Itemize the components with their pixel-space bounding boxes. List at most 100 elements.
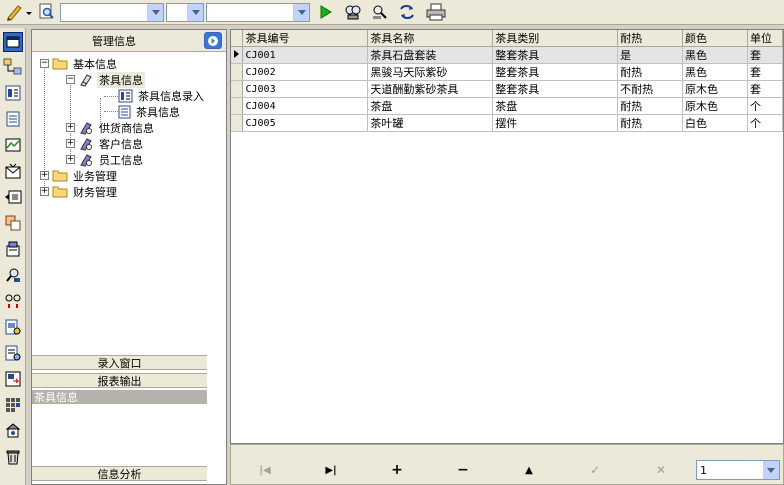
table-cell[interactable]: 整套茶具 [492, 63, 619, 81]
table-cell[interactable]: 原木色 [682, 80, 748, 98]
table-cell[interactable]: 茶盘 [367, 97, 494, 115]
chevron-down-icon[interactable] [763, 461, 779, 479]
chevron-down-icon[interactable] [187, 3, 203, 21]
page-select[interactable]: 1 [696, 460, 780, 480]
tree-node-tea-info-view[interactable]: 茶具信息 [118, 104, 182, 119]
table-row[interactable]: CJ002 黑骏马天际紫砂 整套茶具 耐热 黑色 套 [231, 63, 783, 81]
expand-toggle[interactable]: + [40, 187, 49, 196]
table-cell[interactable]: 黑色 [682, 63, 748, 81]
settings-icon[interactable] [3, 239, 23, 259]
table-cell[interactable]: 黑骏马天际紫砂 [367, 63, 494, 81]
expand-toggle[interactable]: + [40, 171, 49, 180]
table-cell[interactable]: 套 [747, 80, 783, 98]
table-cell[interactable]: 整套茶具 [492, 46, 619, 64]
collapse-button[interactable] [204, 32, 222, 49]
filter-combo-1[interactable] [60, 2, 164, 22]
search-icon[interactable] [37, 2, 57, 22]
table-cell[interactable]: 套 [747, 46, 783, 64]
find-next-icon[interactable] [370, 2, 390, 22]
network-icon[interactable] [3, 57, 23, 77]
expand-toggle[interactable]: + [66, 155, 75, 164]
window-icon[interactable] [3, 32, 23, 52]
filter-combo-3[interactable] [206, 2, 310, 22]
trash-icon[interactable] [3, 447, 23, 467]
table-cell[interactable]: CJ001 [242, 46, 369, 64]
table-cell[interactable]: CJ005 [242, 114, 369, 132]
tree-node-employee[interactable]: + 员工信息 [66, 152, 145, 167]
table-cell[interactable]: 摆件 [492, 114, 619, 132]
table-cell[interactable]: 耐热 [617, 63, 684, 81]
section-report-output[interactable]: 报表输出 [32, 373, 207, 388]
table-row[interactable]: CJ003 天道酬勤紫砂茶具 整套茶具 不耐热 原木色 套 [231, 80, 783, 98]
column-header[interactable]: 茶具类别 [492, 30, 619, 47]
table-row[interactable]: CJ001 茶具石盘套装 整套茶具 是 黑色 套 [231, 46, 783, 64]
pencil-icon[interactable] [4, 2, 34, 22]
module-icon[interactable] [3, 187, 23, 207]
table-row[interactable]: CJ005 茶叶罐 摆件 耐热 白色 个 [231, 114, 783, 132]
tree-node-tea-entry[interactable]: 茶具信息录入 [118, 88, 206, 103]
column-header[interactable]: 茶具名称 [367, 30, 494, 47]
edit-record-button[interactable]: ▲ [519, 462, 539, 478]
export-icon[interactable] [3, 369, 23, 389]
last-record-button[interactable]: ▶| [321, 462, 341, 478]
edit-doc-icon[interactable] [3, 343, 23, 363]
link-icon[interactable] [3, 291, 23, 311]
column-header[interactable]: 颜色 [682, 30, 748, 47]
report-icon[interactable] [3, 317, 23, 337]
table-cell[interactable]: 耐热 [617, 97, 684, 115]
table-icon[interactable] [3, 395, 23, 415]
delete-record-button[interactable]: − [453, 462, 473, 478]
table-cell[interactable]: 是 [617, 46, 684, 64]
tree-node-finance[interactable]: + 财务管理 [40, 184, 119, 199]
tree-node-basic-info[interactable]: − 基本信息 [40, 56, 119, 71]
collapse-toggle[interactable]: − [40, 59, 49, 68]
column-header[interactable]: 单位 [747, 30, 783, 47]
config-icon[interactable] [3, 421, 23, 441]
chevron-down-icon[interactable] [147, 3, 163, 21]
table-cell[interactable]: 耐热 [617, 114, 684, 132]
mail-icon[interactable] [3, 161, 23, 181]
tree-node-customer[interactable]: + 客户信息 [66, 136, 145, 151]
run-icon[interactable] [316, 2, 336, 22]
chart-icon[interactable] [3, 135, 23, 155]
table-cell[interactable]: 茶具石盘套装 [367, 46, 494, 64]
column-header[interactable]: 茶具编号 [242, 30, 369, 47]
grid-icon[interactable] [3, 213, 23, 233]
first-record-button[interactable]: |◀ [255, 462, 275, 478]
find-icon[interactable] [343, 2, 363, 22]
table-cell[interactable]: 茶盘 [492, 97, 619, 115]
post-record-button[interactable]: ✓ [585, 462, 605, 478]
tree-node-business[interactable]: + 业务管理 [40, 168, 119, 183]
chevron-down-icon[interactable] [293, 3, 309, 21]
refresh-icon[interactable] [397, 2, 417, 22]
form-icon[interactable] [3, 83, 23, 103]
document-icon[interactable] [3, 109, 23, 129]
table-row[interactable]: CJ004 茶盘 茶盘 耐热 原木色 个 [231, 97, 783, 115]
table-cell[interactable]: 不耐热 [617, 80, 684, 98]
table-cell[interactable]: 原木色 [682, 97, 748, 115]
section-analysis[interactable]: 信息分析 [32, 466, 207, 481]
table-cell[interactable]: CJ004 [242, 97, 369, 115]
table-cell[interactable]: 个 [747, 97, 783, 115]
table-cell[interactable]: 黑色 [682, 46, 748, 64]
table-cell[interactable]: 整套茶具 [492, 80, 619, 98]
column-header[interactable]: 耐热 [617, 30, 684, 47]
table-cell[interactable]: 茶叶罐 [367, 114, 494, 132]
table-cell[interactable]: CJ002 [242, 63, 369, 81]
tree-node-supplier[interactable]: + 供货商信息 [66, 120, 156, 135]
cancel-record-button[interactable]: ✕ [651, 462, 671, 478]
table-cell[interactable]: 白色 [682, 114, 748, 132]
tree-node-tea-info[interactable]: − 茶具信息 [66, 71, 145, 88]
expand-toggle[interactable]: + [66, 123, 75, 132]
search-user-icon[interactable] [3, 265, 23, 285]
table-cell[interactable]: 套 [747, 63, 783, 81]
table-cell[interactable]: 天道酬勤紫砂茶具 [367, 80, 494, 98]
section-entry-window[interactable]: 录入窗口 [32, 355, 207, 370]
expand-toggle[interactable]: + [66, 139, 75, 148]
report-list-item[interactable]: 茶具信息 [32, 390, 207, 404]
table-cell[interactable]: 个 [747, 114, 783, 132]
print-icon[interactable] [426, 2, 446, 22]
filter-combo-2[interactable] [166, 2, 204, 22]
add-record-button[interactable]: + [387, 462, 407, 478]
collapse-toggle[interactable]: − [66, 75, 75, 84]
